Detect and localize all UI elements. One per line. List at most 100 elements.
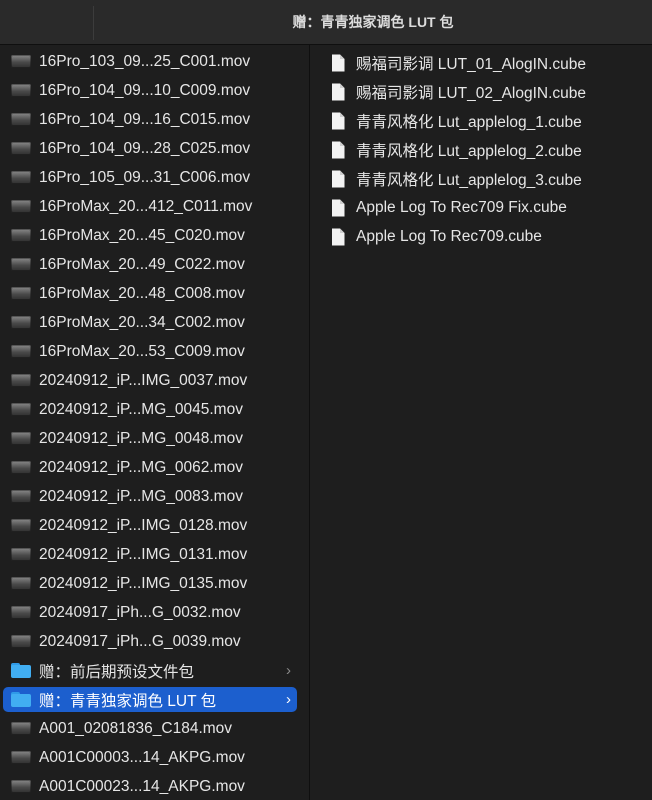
row-label: Apple Log To Rec709.cube (356, 227, 542, 245)
row-label: 赐福司影调 LUT_02_AlogIN.cube (356, 84, 587, 102)
row-label: 20240912_iP...MG_0048.mov (39, 429, 243, 447)
video-thumbnail-icon (11, 200, 31, 213)
file-row[interactable]: 16ProMax_20...45_C020.mov (3, 223, 297, 248)
row-label: 16Pro_104_09...28_C025.mov (39, 139, 251, 157)
row-label: 16ProMax_20...34_C002.mov (39, 313, 245, 331)
file-row[interactable]: 16Pro_104_09...10_C009.mov (3, 78, 297, 103)
file-row[interactable]: 20240917_iPh...G_0039.mov (3, 629, 297, 654)
file-row[interactable]: 16ProMax_20...34_C002.mov (3, 310, 297, 335)
row-label: 青青风格化 Lut_applelog_1.cube (356, 113, 582, 131)
row-label: 20240912_iP...IMG_0128.mov (39, 516, 248, 534)
folder-icon (11, 663, 31, 678)
row-label: 16Pro_104_09...10_C009.mov (39, 81, 251, 99)
row-label: 20240912_iP...MG_0083.mov (39, 487, 243, 505)
row-label: 16ProMax_20...412_C011.mov (39, 197, 253, 215)
row-label: A001C00023...14_AKPG.mov (39, 777, 245, 795)
row-label: 16ProMax_20...48_C008.mov (39, 284, 245, 302)
file-row[interactable]: 20240912_iP...MG_0083.mov (3, 484, 297, 509)
folder-icon (11, 692, 31, 707)
file-row[interactable]: A001C00023...14_AKPG.mov (3, 774, 297, 799)
video-thumbnail-icon (11, 113, 31, 126)
video-thumbnail-icon (11, 577, 31, 590)
file-row[interactable]: 20240912_iP...MG_0062.mov (3, 455, 297, 480)
title-bar: 赠：青青独家调色 LUT 包 (0, 0, 652, 45)
selected-folder-column[interactable]: 赐福司影调 LUT_01_AlogIN.cube 赐福司影调 LUT_02_Alo… (311, 45, 652, 800)
cube-file-row[interactable]: Apple Log To Rec709.cube (331, 224, 651, 249)
file-row[interactable]: 16Pro_103_09...25_C001.mov (3, 49, 297, 74)
row-label: 16Pro_104_09...16_C015.mov (39, 110, 251, 128)
row-label: 20240912_iP...IMG_0131.mov (39, 545, 248, 563)
file-row[interactable]: A001C00003...14_AKPG.mov (3, 745, 297, 770)
video-thumbnail-icon (11, 258, 31, 271)
row-label: Apple Log To Rec709 Fix.cube (356, 198, 567, 216)
window-title: 赠：青青独家调色 LUT 包 (292, 14, 454, 30)
file-row[interactable]: 20240912_iP...MG_0048.mov (3, 426, 297, 451)
row-label: 20240917_iPh...G_0039.mov (39, 632, 241, 650)
file-row[interactable]: 16Pro_104_09...16_C015.mov (3, 107, 297, 132)
file-row[interactable]: A001_02081836_C184.mov (3, 716, 297, 741)
document-icon (331, 54, 345, 72)
finder-window: 赠：青青独家调色 LUT 包 16Pro_103_09...25_C001.mo… (0, 0, 652, 800)
video-thumbnail-icon (11, 432, 31, 445)
video-thumbnail-icon (11, 142, 31, 155)
video-thumbnail-icon (11, 229, 31, 242)
document-icon (331, 199, 345, 217)
folder-row[interactable]: 赠：前后期预设文件包 › (3, 658, 297, 683)
file-row[interactable]: 20240912_iP...MG_0045.mov (3, 397, 297, 422)
file-row[interactable]: 20240912_iP...IMG_0037.mov (3, 368, 297, 393)
document-icon (331, 112, 345, 130)
file-row[interactable]: 20240912_iP...IMG_0135.mov (3, 571, 297, 596)
row-label: 赐福司影调 LUT_01_AlogIN.cube (356, 55, 587, 73)
cube-file-row[interactable]: 赐福司影调 LUT_01_AlogIN.cube (331, 50, 651, 75)
file-row[interactable]: 16Pro_104_09...28_C025.mov (3, 136, 297, 161)
video-thumbnail-icon (11, 55, 31, 68)
cube-file-row[interactable]: 赐福司影调 LUT_02_AlogIN.cube (331, 79, 651, 104)
video-thumbnail-icon (11, 490, 31, 503)
row-label: 16ProMax_20...45_C020.mov (39, 226, 245, 244)
parent-folder-column[interactable]: 16Pro_103_09...25_C001.mov 16Pro_104_09..… (0, 45, 310, 800)
file-row[interactable]: 16ProMax_20...412_C011.mov (3, 194, 297, 219)
row-label: 青青风格化 Lut_applelog_2.cube (356, 142, 582, 160)
video-thumbnail-icon (11, 316, 31, 329)
video-thumbnail-icon (11, 403, 31, 416)
file-row[interactable]: 16Pro_105_09...31_C006.mov (3, 165, 297, 190)
video-thumbnail-icon (11, 548, 31, 561)
row-label: A001_02081836_C184.mov (39, 719, 233, 737)
row-label: A001C00003...14_AKPG.mov (39, 748, 245, 766)
video-thumbnail-icon (11, 780, 31, 793)
video-thumbnail-icon (11, 461, 31, 474)
cube-file-row[interactable]: 青青风格化 Lut_applelog_2.cube (331, 137, 651, 162)
file-row[interactable]: 20240912_iP...IMG_0128.mov (3, 513, 297, 538)
cube-file-row[interactable]: Apple Log To Rec709 Fix.cube (331, 195, 651, 220)
row-label: 青青风格化 Lut_applelog_3.cube (356, 171, 582, 189)
file-row[interactable]: 16ProMax_20...48_C008.mov (3, 281, 297, 306)
row-label: 20240912_iP...IMG_0135.mov (39, 574, 248, 592)
video-thumbnail-icon (11, 722, 31, 735)
document-icon (331, 228, 345, 246)
video-thumbnail-icon (11, 751, 31, 764)
file-row[interactable]: 16ProMax_20...49_C022.mov (3, 252, 297, 277)
document-icon (331, 170, 345, 188)
row-label: 16ProMax_20...53_C009.mov (39, 342, 245, 360)
row-label: 20240917_iPh...G_0032.mov (39, 603, 241, 621)
row-label: 赠：青青独家调色 LUT 包 (39, 692, 217, 710)
cube-file-row[interactable]: 青青风格化 Lut_applelog_1.cube (331, 108, 651, 133)
row-label: 20240912_iP...MG_0062.mov (39, 458, 243, 476)
video-thumbnail-icon (11, 374, 31, 387)
row-label: 赠：前后期预设文件包 (39, 663, 195, 681)
file-row[interactable]: 16ProMax_20...53_C009.mov (3, 339, 297, 364)
video-thumbnail-icon (11, 287, 31, 300)
folder-row[interactable]: 赠：青青独家调色 LUT 包 › (3, 687, 297, 712)
chevron-right-icon: › (286, 691, 291, 708)
document-icon (331, 83, 345, 101)
file-row[interactable]: 20240912_iP...IMG_0131.mov (3, 542, 297, 567)
cube-file-row[interactable]: 青青风格化 Lut_applelog_3.cube (331, 166, 651, 191)
row-label: 20240912_iP...MG_0045.mov (39, 400, 243, 418)
video-thumbnail-icon (11, 635, 31, 648)
video-thumbnail-icon (11, 84, 31, 97)
document-icon (331, 141, 345, 159)
file-row[interactable]: 20240917_iPh...G_0032.mov (3, 600, 297, 625)
video-thumbnail-icon (11, 519, 31, 532)
row-label: 16Pro_105_09...31_C006.mov (39, 168, 251, 186)
row-label: 16Pro_103_09...25_C001.mov (39, 52, 251, 70)
